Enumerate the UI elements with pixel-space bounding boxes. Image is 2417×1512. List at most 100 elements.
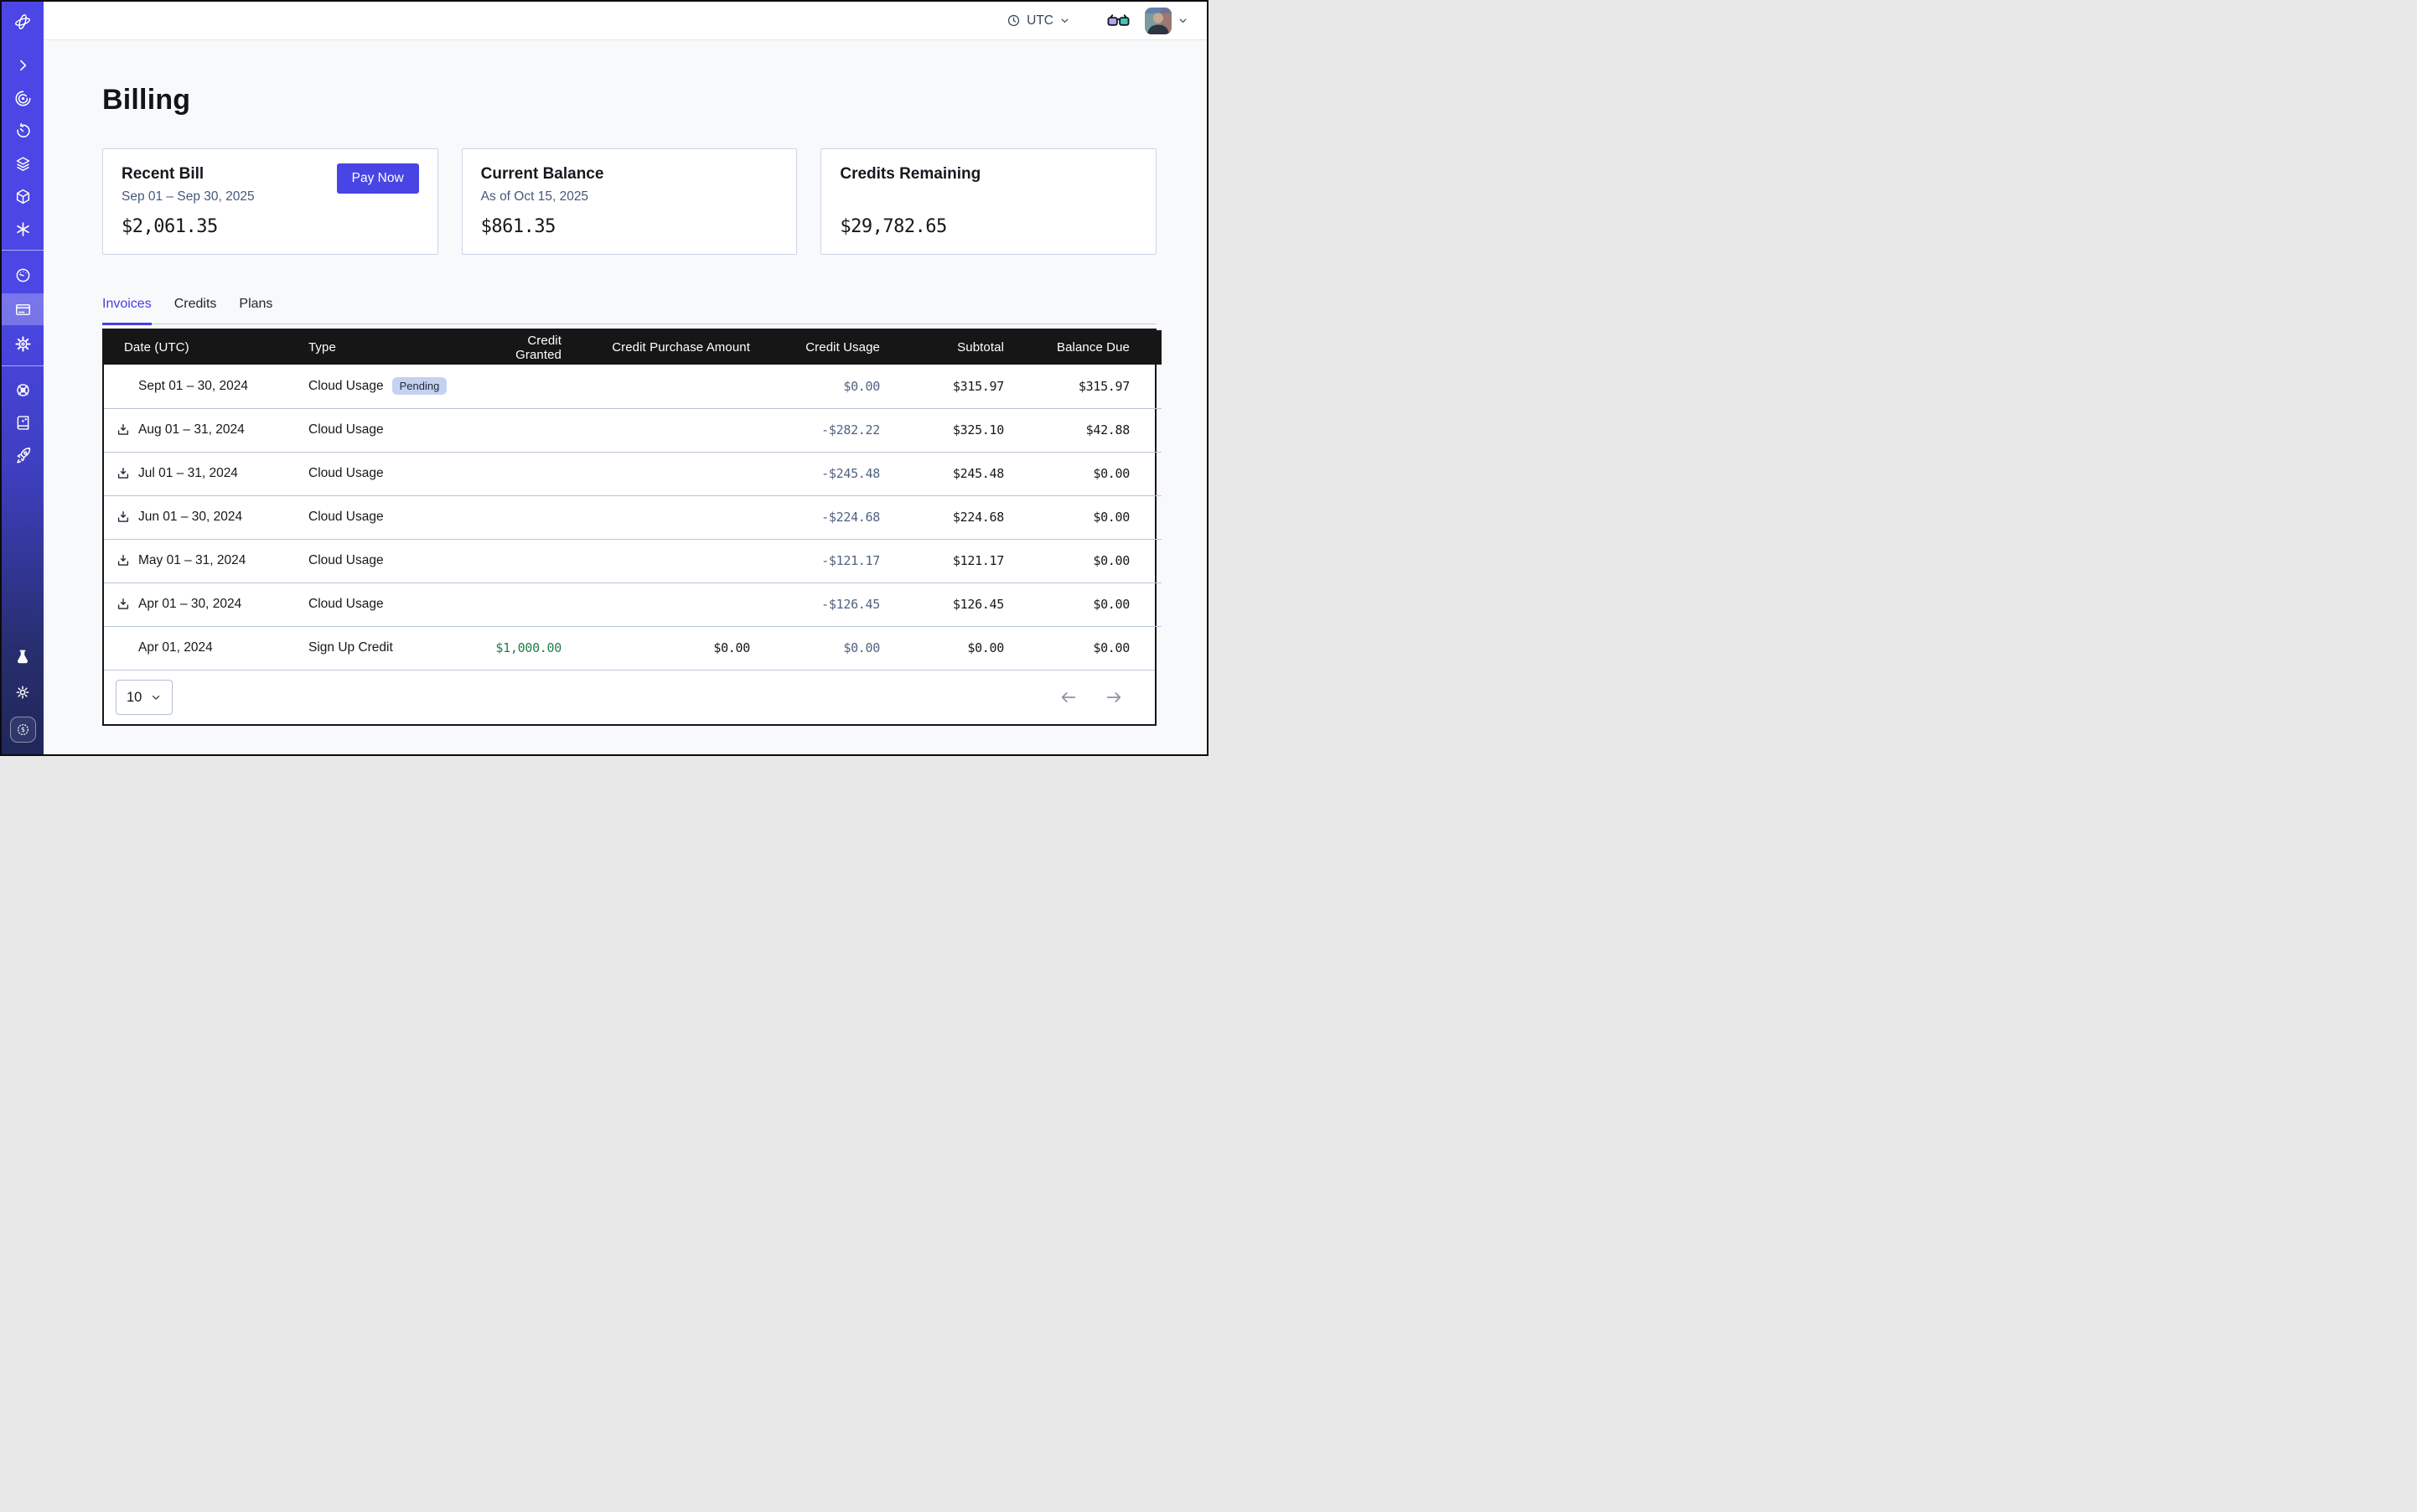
sidebar-item-layers[interactable] bbox=[2, 148, 44, 179]
tab-invoices[interactable]: Invoices bbox=[102, 297, 152, 325]
history-timer-icon bbox=[14, 122, 32, 140]
sidebar-item-support[interactable] bbox=[2, 375, 44, 405]
download-icon bbox=[116, 553, 131, 568]
credit-purchase-cell bbox=[573, 365, 762, 408]
table-row: Aug 01 – 31, 2024 Cloud Usage -$282.22 $… bbox=[104, 408, 1162, 452]
balance-due-cell: $0.00 bbox=[1016, 626, 1162, 670]
svg-text:$: $ bbox=[20, 725, 24, 733]
invoice-date: Apr 01, 2024 bbox=[138, 640, 213, 655]
app-window: $ UTC bbox=[0, 0, 1208, 756]
tab-credits[interactable]: Credits bbox=[174, 297, 217, 325]
credit-usage-cell: -$245.48 bbox=[762, 452, 892, 495]
balance-due-cell: $0.00 bbox=[1016, 583, 1162, 626]
subtotal-cell: $325.10 bbox=[892, 408, 1016, 452]
download-invoice-button[interactable] bbox=[116, 466, 132, 482]
layers-icon bbox=[14, 155, 32, 173]
subtotal-cell: $0.00 bbox=[892, 626, 1016, 670]
invoice-date: Jun 01 – 30, 2024 bbox=[138, 510, 242, 525]
balance-due-cell: $315.97 bbox=[1016, 365, 1162, 408]
spiral-eye-icon bbox=[14, 90, 32, 107]
subtotal-cell: $224.68 bbox=[892, 495, 1016, 539]
download-icon bbox=[116, 466, 131, 481]
sidebar-item-getting-started[interactable] bbox=[2, 440, 44, 470]
download-invoice-button[interactable] bbox=[116, 422, 132, 438]
balance-due-cell: $0.00 bbox=[1016, 452, 1162, 495]
download-invoice-button[interactable] bbox=[116, 510, 132, 526]
credit-purchase-cell bbox=[573, 583, 762, 626]
invoice-type: Sign Up Credit bbox=[308, 640, 393, 655]
card-title: Recent Bill bbox=[122, 165, 255, 184]
credit-granted-cell bbox=[468, 583, 573, 626]
credit-granted-cell bbox=[468, 495, 573, 539]
col-type: Type bbox=[297, 330, 468, 365]
download-invoice-button[interactable] bbox=[116, 597, 132, 613]
billing-tabs: Invoices Credits Plans bbox=[102, 297, 1157, 324]
sidebar-item-history[interactable] bbox=[2, 116, 44, 146]
sidebar-item-billing[interactable] bbox=[2, 293, 44, 325]
chevron-down-icon bbox=[1059, 15, 1070, 26]
next-page-button[interactable] bbox=[1105, 688, 1123, 707]
account-menu[interactable] bbox=[1145, 8, 1188, 34]
sidebar-item-observe[interactable] bbox=[2, 83, 44, 113]
col-subtotal: Subtotal bbox=[892, 330, 1016, 365]
credit-purchase-cell bbox=[573, 539, 762, 583]
pagination: 10 bbox=[104, 670, 1155, 724]
sidebar-item-docs[interactable] bbox=[2, 407, 44, 438]
table-header: Date (UTC) Type Credit Granted Credit Pu… bbox=[104, 330, 1162, 365]
sidebar-item-labs[interactable] bbox=[2, 642, 44, 672]
invoice-type: Cloud Usage bbox=[308, 510, 384, 525]
credits-rewards-button[interactable]: $ bbox=[2, 714, 44, 744]
sidebar-item-container[interactable] bbox=[2, 181, 44, 211]
card-subtitle: As of Oct 15, 2025 bbox=[481, 189, 604, 205]
page-size-select[interactable]: 10 bbox=[116, 680, 173, 715]
credit-usage-cell: -$126.45 bbox=[762, 583, 892, 626]
sidebar-expand-button[interactable] bbox=[2, 50, 44, 80]
theme-toggle-button[interactable] bbox=[2, 677, 44, 707]
clock-icon bbox=[1007, 13, 1021, 28]
sidebar-item-settings[interactable] bbox=[2, 328, 44, 360]
chevron-down-icon bbox=[150, 691, 162, 703]
main-content: Billing Recent Bill Sep 01 – Sep 30, 202… bbox=[44, 40, 1207, 754]
invoice-date: Sept 01 – 30, 2024 bbox=[138, 379, 248, 394]
3d-glasses-icon bbox=[1107, 13, 1130, 28]
invoice-type: Cloud Usage bbox=[308, 553, 384, 568]
subtotal-cell: $315.97 bbox=[892, 365, 1016, 408]
sidebar-divider bbox=[2, 365, 44, 366]
balance-due-cell: $0.00 bbox=[1016, 539, 1162, 583]
logo-orbit-icon[interactable] bbox=[2, 2, 44, 42]
credit-purchase-cell bbox=[573, 452, 762, 495]
card-title: Current Balance bbox=[481, 165, 604, 184]
col-credit-granted: Credit Granted bbox=[468, 330, 573, 365]
sidebar-item-functions[interactable] bbox=[2, 214, 44, 244]
table-row: Apr 01, 2024 Sign Up Credit $1,000.00 $0… bbox=[104, 626, 1162, 670]
invoice-type: Cloud Usage bbox=[308, 379, 384, 394]
timezone-selector[interactable]: UTC bbox=[1007, 13, 1070, 28]
table-row: Sept 01 – 30, 2024 Cloud Usage Pending $… bbox=[104, 365, 1162, 408]
credit-purchase-cell bbox=[573, 495, 762, 539]
invoice-date: Apr 01 – 30, 2024 bbox=[138, 597, 241, 612]
col-credit-usage: Credit Usage bbox=[762, 330, 892, 365]
dollar-badge-icon: $ bbox=[10, 717, 36, 743]
book-sparkle-icon bbox=[14, 414, 32, 432]
invoice-date: Jul 01 – 31, 2024 bbox=[138, 466, 238, 481]
summary-cards: Recent Bill Sep 01 – Sep 30, 2025 Pay No… bbox=[102, 148, 1157, 255]
flask-icon bbox=[14, 649, 31, 665]
helm-icon bbox=[14, 381, 32, 399]
tab-plans[interactable]: Plans bbox=[239, 297, 272, 325]
credit-usage-cell: -$224.68 bbox=[762, 495, 892, 539]
pay-now-button[interactable]: Pay Now bbox=[337, 163, 419, 194]
download-icon bbox=[116, 597, 131, 612]
balance-due-cell: $0.00 bbox=[1016, 495, 1162, 539]
page-size-value: 10 bbox=[127, 690, 142, 706]
invoices-table: Date (UTC) Type Credit Granted Credit Pu… bbox=[102, 329, 1157, 726]
credit-granted-cell bbox=[468, 408, 573, 452]
current-balance-amount: $861.35 bbox=[481, 216, 779, 237]
download-invoice-button[interactable] bbox=[116, 553, 132, 569]
sidebar-item-usage[interactable] bbox=[2, 259, 44, 291]
sidebar-divider bbox=[2, 250, 44, 251]
table-row: May 01 – 31, 2024 Cloud Usage -$121.17 $… bbox=[104, 539, 1162, 583]
credit-purchase-cell bbox=[573, 408, 762, 452]
previous-page-button[interactable] bbox=[1059, 688, 1078, 707]
avatar bbox=[1145, 8, 1172, 34]
view-mode-button[interactable] bbox=[1107, 13, 1130, 28]
